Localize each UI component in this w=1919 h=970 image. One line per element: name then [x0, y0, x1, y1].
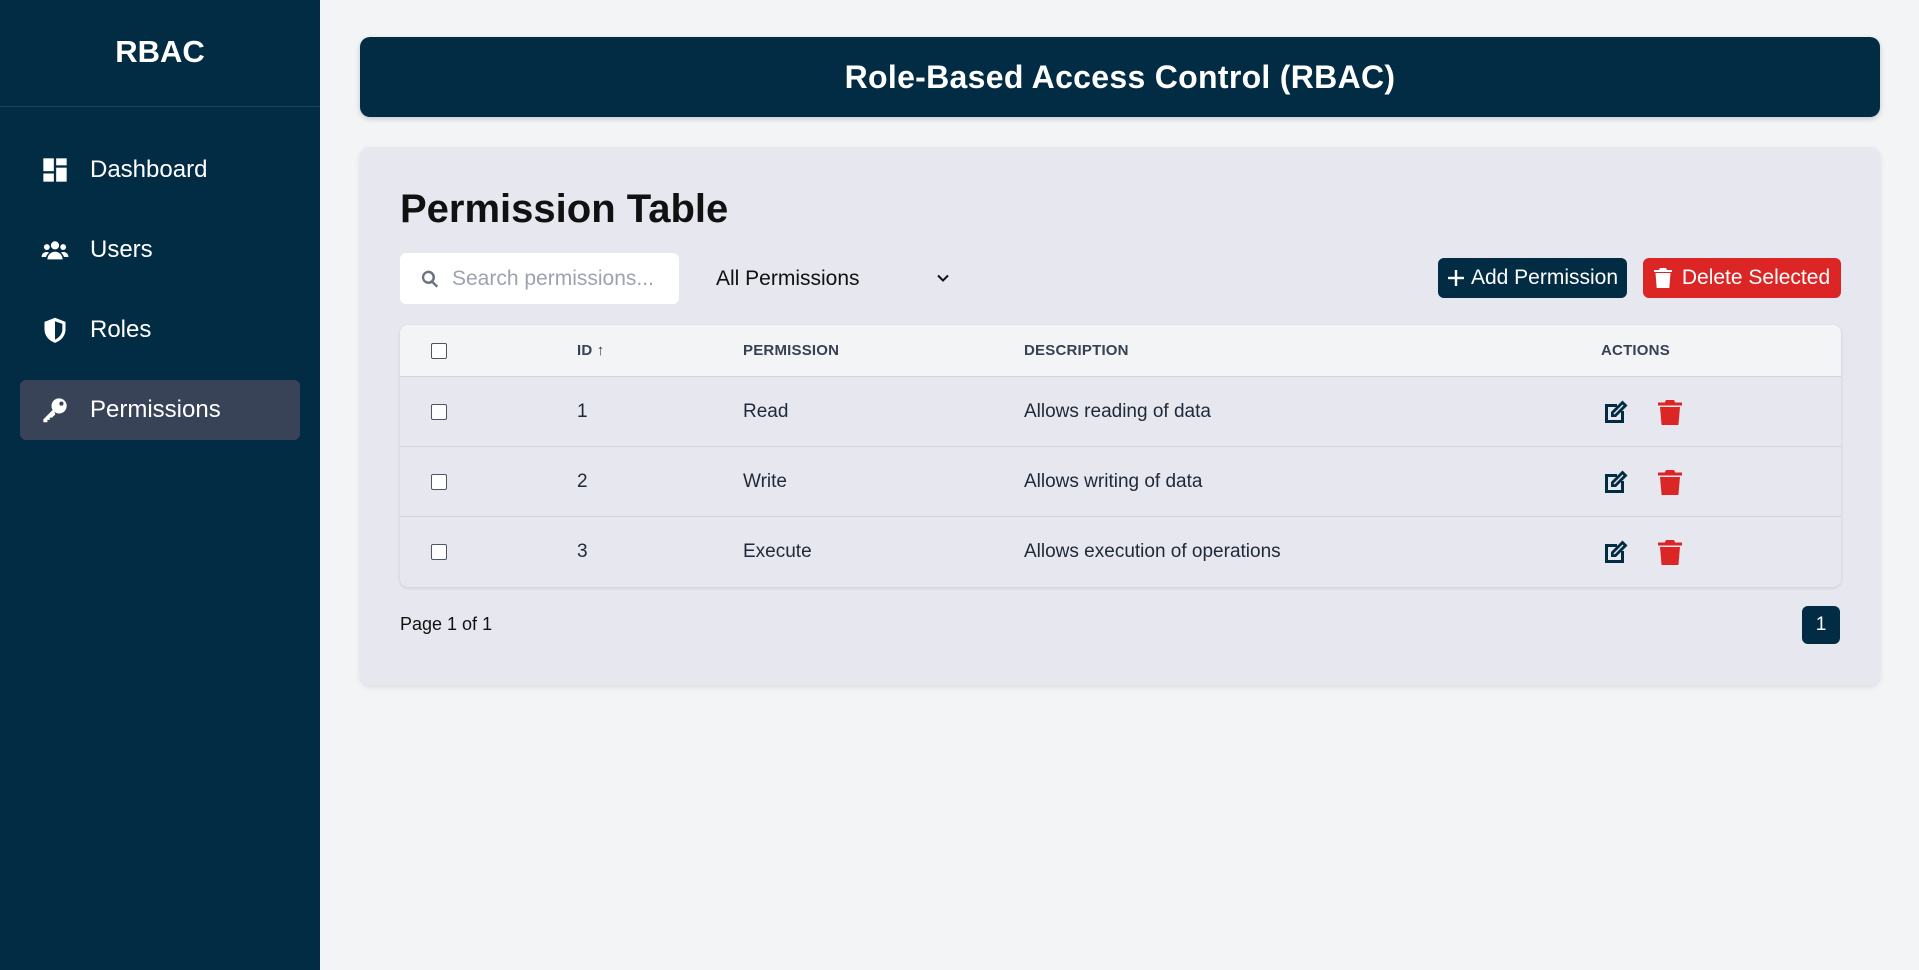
shield-icon: [40, 315, 70, 345]
cell-description: Allows reading of data: [1024, 400, 1211, 422]
column-header-actions: ACTIONS: [1601, 342, 1670, 359]
sidebar-item-label: Permissions: [90, 396, 221, 423]
permission-table: ID ↑ PERMISSION DESCRIPTION ACTIONS 1 Re…: [400, 325, 1841, 587]
sidebar-item-label: Dashboard: [90, 156, 208, 183]
table-row: 1 Read Allows reading of data: [400, 377, 1841, 447]
cell-id: 2: [577, 470, 588, 492]
pagination-info: Page 1 of 1: [400, 614, 493, 634]
search-input[interactable]: [452, 266, 672, 291]
cell-permission: Read: [743, 400, 789, 422]
sidebar-item-dashboard[interactable]: Dashboard: [20, 140, 300, 200]
sidebar-item-users[interactable]: Users: [20, 220, 300, 280]
dashboard-icon: [40, 155, 70, 185]
cell-permission: Execute: [743, 541, 812, 562]
sidebar-item-roles[interactable]: Roles: [20, 300, 300, 360]
search-box[interactable]: [400, 253, 679, 304]
table-row: 2 Write Allows writing of data: [400, 447, 1841, 517]
trash-icon: [1653, 268, 1672, 288]
page-header-title: Role-Based Access Control (RBAC): [844, 58, 1396, 95]
chevron-down-icon: [937, 274, 949, 282]
cell-description: Allows execution of operations: [1024, 541, 1281, 562]
delete-selected-label: Delete Selected: [1681, 266, 1831, 289]
edit-button[interactable]: [1601, 537, 1631, 567]
trash-icon: [1658, 469, 1682, 495]
select-all-checkbox[interactable]: [431, 342, 447, 359]
trash-icon: [1658, 399, 1682, 425]
column-header-id[interactable]: ID ↑: [577, 325, 604, 376]
edit-icon: [1605, 470, 1628, 493]
cell-id: 3: [577, 541, 588, 562]
permission-card: Permission Table All Permissions Add Per…: [360, 147, 1880, 685]
edit-icon: [1605, 540, 1628, 563]
delete-selected-button[interactable]: Delete Selected: [1643, 258, 1841, 298]
search-icon: [421, 270, 439, 288]
column-header-description: DESCRIPTION: [1024, 342, 1129, 359]
delete-button[interactable]: [1655, 397, 1685, 427]
edit-icon: [1605, 400, 1628, 423]
key-icon: [40, 395, 70, 425]
plus-icon: [1447, 270, 1464, 286]
page-button-1[interactable]: 1: [1802, 606, 1840, 644]
filter-value: All Permissions: [716, 266, 860, 290]
sidebar-item-permissions[interactable]: Permissions: [20, 380, 300, 440]
add-permission-button[interactable]: Add Permission: [1438, 258, 1627, 298]
add-permission-label: Add Permission: [1470, 266, 1619, 289]
trash-icon: [1658, 540, 1682, 565]
cell-description: Allows writing of data: [1024, 470, 1203, 492]
table-row: 3 Execute Allows execution of operations: [400, 517, 1841, 587]
users-icon: [40, 235, 70, 265]
cell-id: 1: [577, 400, 588, 422]
column-header-permission: PERMISSION: [743, 342, 840, 359]
page-title: Permission Table: [400, 187, 729, 231]
row-checkbox[interactable]: [431, 544, 447, 560]
row-checkbox[interactable]: [431, 403, 447, 420]
sidebar-item-label: Users: [90, 236, 153, 263]
delete-button[interactable]: [1655, 537, 1685, 567]
sidebar-nav: Dashboard Users Roles Permissions: [0, 107, 320, 440]
edit-button[interactable]: [1601, 397, 1631, 427]
sidebar: RBAC Dashboard Users Roles Permissions: [0, 0, 320, 970]
sidebar-item-label: Roles: [90, 316, 152, 343]
edit-button[interactable]: [1601, 467, 1631, 497]
cell-permission: Write: [743, 470, 787, 492]
sidebar-brand: RBAC: [0, 0, 320, 107]
row-checkbox[interactable]: [431, 473, 447, 490]
page-header: Role-Based Access Control (RBAC): [360, 37, 1880, 117]
delete-button[interactable]: [1655, 467, 1685, 497]
permission-filter-select[interactable]: All Permissions: [700, 253, 980, 304]
table-header-row: ID ↑ PERMISSION DESCRIPTION ACTIONS: [400, 325, 1841, 377]
